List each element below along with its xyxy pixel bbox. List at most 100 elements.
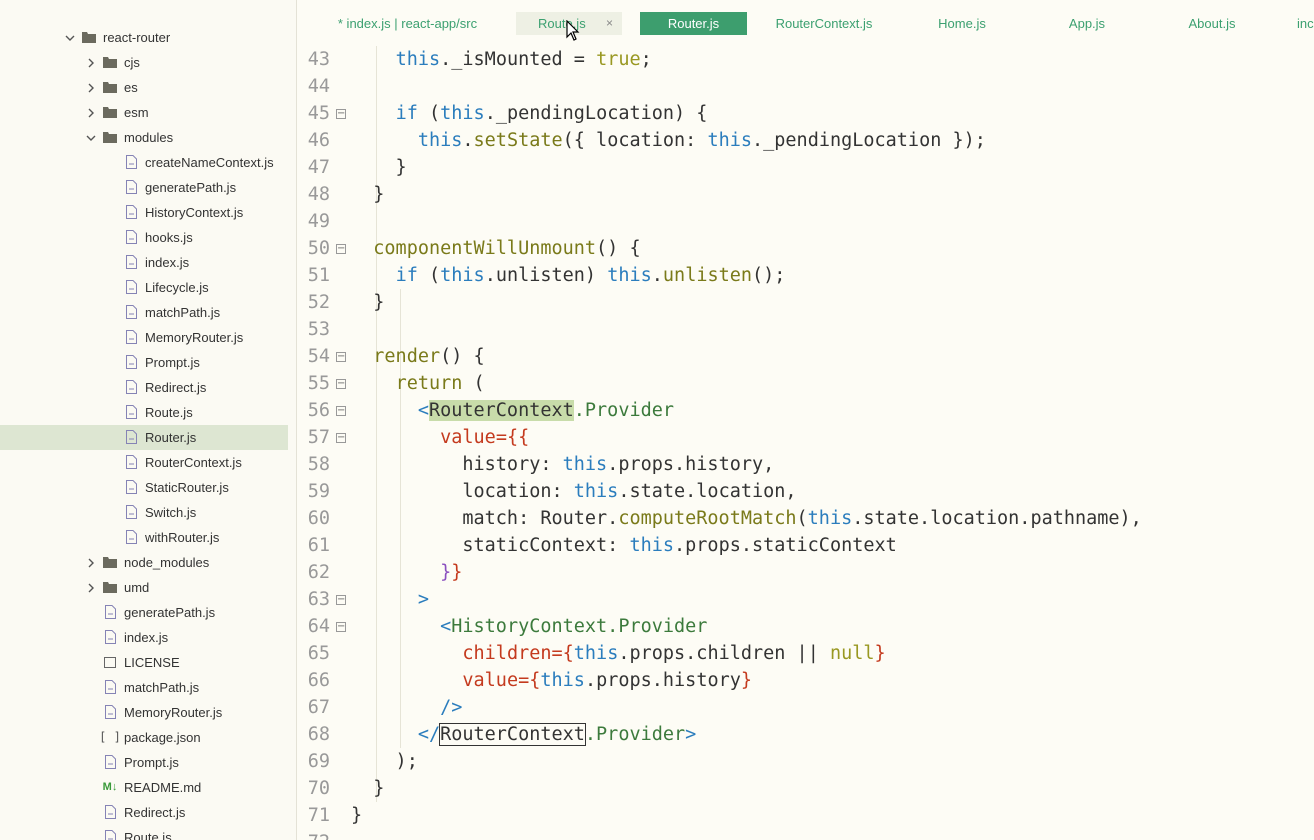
code-line[interactable]: 56− <RouterContext.Provider bbox=[297, 397, 1314, 424]
code-line[interactable]: 62 }} bbox=[297, 559, 1314, 586]
fold-toggle-icon[interactable]: − bbox=[336, 244, 346, 254]
code-line[interactable]: 60 match: Router.computeRootMatch(this.s… bbox=[297, 505, 1314, 532]
tab-routercontext-js[interactable]: RouterContext.js bbox=[767, 12, 881, 35]
code-line[interactable]: 43 this._isMounted = true; bbox=[297, 46, 1314, 73]
code-line[interactable]: 55− return ( bbox=[297, 370, 1314, 397]
code-editor[interactable]: 43 this._isMounted = true; 44 45− if (this… bbox=[297, 46, 1314, 840]
tree-item[interactable]: Router.js bbox=[0, 425, 288, 450]
tab-home-js[interactable]: Home.js bbox=[927, 12, 997, 35]
tree-item[interactable]: LICENSE bbox=[0, 650, 288, 675]
chevron-down-icon[interactable] bbox=[85, 132, 97, 144]
tab-index-truncated[interactable]: inc bbox=[1297, 12, 1314, 35]
tree-item[interactable]: Redirect.js bbox=[0, 800, 288, 825]
fold-toggle-icon[interactable]: − bbox=[336, 622, 346, 632]
tree-item[interactable]: RouterContext.js bbox=[0, 450, 288, 475]
tab-router-js[interactable]: Router.js bbox=[640, 12, 747, 35]
chevron-right-icon[interactable] bbox=[85, 582, 97, 594]
code-line[interactable]: 59 location: this.state.location, bbox=[297, 478, 1314, 505]
tree-item[interactable]: withRouter.js bbox=[0, 525, 288, 550]
code-line[interactable]: 46 this.setState({ location: this._pendi… bbox=[297, 127, 1314, 154]
code-line[interactable]: 65 children={this.props.children || null… bbox=[297, 640, 1314, 667]
line-number: 72 bbox=[297, 829, 330, 840]
close-icon[interactable]: × bbox=[606, 12, 613, 35]
code-line[interactable]: 54− render() { bbox=[297, 343, 1314, 370]
code-line[interactable]: 44 bbox=[297, 73, 1314, 100]
chevron-right-icon[interactable] bbox=[85, 107, 97, 119]
tree-item[interactable]: umd bbox=[0, 575, 288, 600]
tree-item[interactable]: cjs bbox=[0, 50, 288, 75]
tree-item[interactable]: StaticRouter.js bbox=[0, 475, 288, 500]
fold-toggle-icon[interactable]: − bbox=[336, 433, 346, 443]
tree-item[interactable]: MemoryRouter.js bbox=[0, 325, 288, 350]
tree-item[interactable]: matchPath.js bbox=[0, 300, 288, 325]
code-text: /> bbox=[351, 694, 462, 721]
code-line[interactable]: 66 value={this.props.history} bbox=[297, 667, 1314, 694]
fold-toggle-icon[interactable]: − bbox=[336, 406, 346, 416]
code-line[interactable]: 48 } bbox=[297, 181, 1314, 208]
tree-item[interactable]: modules bbox=[0, 125, 288, 150]
code-text: return ( bbox=[351, 370, 485, 397]
tree-item[interactable]: matchPath.js bbox=[0, 675, 288, 700]
tree-item[interactable]: createNameContext.js bbox=[0, 150, 288, 175]
tree-item[interactable]: index.js bbox=[0, 250, 288, 275]
code-token: if bbox=[395, 265, 418, 286]
code-line[interactable]: 50− componentWillUnmount() { bbox=[297, 235, 1314, 262]
tree-item[interactable]: hooks.js bbox=[0, 225, 288, 250]
tree-item[interactable]: HistoryContext.js bbox=[0, 200, 288, 225]
fold-toggle-icon[interactable]: − bbox=[336, 352, 346, 362]
code-line[interactable]: 68 </RouterContext.Provider> bbox=[297, 721, 1314, 748]
tree-item[interactable]: Route.js bbox=[0, 825, 288, 840]
fold-toggle-icon[interactable]: − bbox=[336, 109, 346, 119]
tree-item[interactable]: es bbox=[0, 75, 288, 100]
chevron-right-icon[interactable] bbox=[85, 57, 97, 69]
tab-about-js[interactable]: About.js bbox=[1177, 12, 1247, 35]
fold-toggle-icon[interactable]: − bbox=[336, 595, 346, 605]
code-line[interactable]: 49 bbox=[297, 208, 1314, 235]
code-line[interactable]: 69 ); bbox=[297, 748, 1314, 775]
code-token: return bbox=[395, 373, 463, 394]
code-line[interactable]: 72 bbox=[297, 829, 1314, 840]
code-line[interactable]: 64− <HistoryContext.Provider bbox=[297, 613, 1314, 640]
tree-item[interactable]: generatePath.js bbox=[0, 175, 288, 200]
chevron-down-icon[interactable] bbox=[64, 32, 76, 44]
code-line[interactable]: 53 bbox=[297, 316, 1314, 343]
tree-item[interactable]: Redirect.js bbox=[0, 375, 288, 400]
code-line[interactable]: 51 if (this.unlisten) this.unlisten(); bbox=[297, 262, 1314, 289]
tree-item[interactable]: [ ] package.json bbox=[0, 725, 288, 750]
tree-item[interactable]: Lifecycle.js bbox=[0, 275, 288, 300]
code-line[interactable]: 67 /> bbox=[297, 694, 1314, 721]
code-line[interactable]: 57− value={{ bbox=[297, 424, 1314, 451]
tree-item[interactable]: MemoryRouter.js bbox=[0, 700, 288, 725]
chevron-right-icon[interactable] bbox=[85, 82, 97, 94]
tree-item[interactable]: esm bbox=[0, 100, 288, 125]
chevron-right-icon[interactable] bbox=[85, 557, 97, 569]
code-token: .unlisten) bbox=[484, 265, 608, 286]
tree-item[interactable]: Switch.js bbox=[0, 500, 288, 525]
code-line[interactable]: 58 history: this.props.history, bbox=[297, 451, 1314, 478]
tree-item[interactable]: react-router bbox=[0, 25, 288, 50]
tree-item[interactable]: generatePath.js bbox=[0, 600, 288, 625]
code-line[interactable]: 70 } bbox=[297, 775, 1314, 802]
fold-toggle-icon[interactable]: − bbox=[336, 379, 346, 389]
code-line[interactable]: 45− if (this._pendingLocation) { bbox=[297, 100, 1314, 127]
tab-index-js[interactable]: * index.js | react-app/src bbox=[315, 12, 500, 35]
code-line[interactable]: 61 staticContext: this.props.staticConte… bbox=[297, 532, 1314, 559]
code-line[interactable]: 47 } bbox=[297, 154, 1314, 181]
tree-item-label: generatePath.js bbox=[145, 180, 237, 195]
mouse-cursor-icon bbox=[566, 20, 580, 41]
code-token: .Provider bbox=[584, 724, 686, 745]
tree-item[interactable]: Prompt.js bbox=[0, 750, 288, 775]
code-line[interactable]: 52 } bbox=[297, 289, 1314, 316]
line-number: 60 bbox=[307, 508, 330, 529]
code-line[interactable]: 63− > bbox=[297, 586, 1314, 613]
tree-item[interactable]: Prompt.js bbox=[0, 350, 288, 375]
code-token: {{ bbox=[506, 427, 530, 448]
tree-item[interactable]: Route.js bbox=[0, 400, 288, 425]
tree-item[interactable]: node_modules bbox=[0, 550, 288, 575]
tree-item[interactable]: index.js bbox=[0, 625, 288, 650]
tab-app-js[interactable]: App.js bbox=[1057, 12, 1117, 35]
code-line[interactable]: 71} bbox=[297, 802, 1314, 829]
tree-item[interactable]: M↓ README.md bbox=[0, 775, 288, 800]
